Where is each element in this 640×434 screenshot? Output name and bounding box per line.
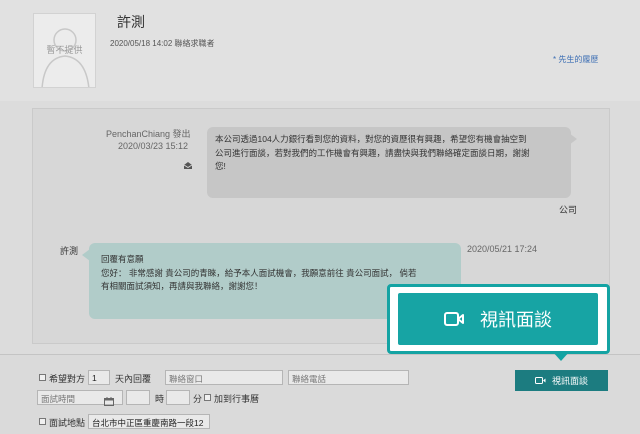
- candidate-name: 許測: [117, 14, 145, 30]
- hour-input[interactable]: [126, 390, 150, 405]
- calendar-icon[interactable]: [104, 393, 114, 411]
- candidate-header: 暫不提供 許測 2020/05/18 14:02 聯絡求職者 * 先生的履歷: [0, 0, 640, 101]
- contact-window-input[interactable]: 聯絡窗口: [165, 370, 283, 385]
- contact-phone-input[interactable]: 聯絡電話: [288, 370, 409, 385]
- resume-link[interactable]: * 先生的履歷: [553, 54, 598, 65]
- add-calendar-checkbox[interactable]: [204, 394, 211, 401]
- reply-days-suffix: 天內回覆: [115, 374, 152, 384]
- message-line: 您好： 非常感謝 貴公司的青睞，給予本人面試機會，我願意前往 貴公司面試， 倘若: [101, 267, 417, 278]
- location-input[interactable]: 台北市中正區重慶南路一段12: [88, 414, 210, 429]
- reply-days-input[interactable]: 1: [88, 370, 110, 385]
- minute-label: 分: [193, 394, 203, 404]
- video-interview-button-label: 視訊面談: [551, 376, 588, 386]
- message-line: 本公司透過104人力銀行看到您的資料，對您的資歷很有興趣，希望您有機會抽空到: [215, 134, 527, 144]
- hour-label: 時: [155, 394, 165, 404]
- message-line: 公司進行面談，若對我們的工作機會有興趣，請盡快與我們聯絡確定面談日期，謝謝: [215, 147, 530, 158]
- location-label: 面試地點: [49, 418, 86, 428]
- avatar-placeholder-text: 暫不提供: [46, 45, 83, 55]
- contact-meta: 2020/05/18 14:02 聯絡求職者: [110, 39, 215, 48]
- outgoing-time: 2020/03/23 15:12: [118, 141, 189, 151]
- message-line: 您!: [215, 161, 226, 171]
- incoming-time: 2020/05/21 17:24: [467, 244, 538, 254]
- envelope-open-icon: [183, 157, 193, 175]
- highlight-pointer: [552, 351, 570, 361]
- expect-reply-checkbox[interactable]: [39, 374, 46, 381]
- company-label: 公司: [559, 205, 578, 215]
- avatar: 暫不提供: [33, 13, 96, 88]
- video-interview-button-enlarged[interactable]: 視訊面談: [398, 293, 598, 345]
- video-interview-button[interactable]: 視訊面談: [515, 370, 608, 391]
- minute-input[interactable]: [166, 390, 190, 405]
- location-checkbox[interactable]: [39, 418, 46, 425]
- add-calendar-label: 加到行事曆: [214, 394, 260, 404]
- outgoing-sender: PenchanChiang 發出: [106, 129, 191, 139]
- outgoing-message-bubble: 本公司透過104人力銀行看到您的資料，對您的資歷很有興趣，希望您有機會抽空到 公…: [207, 127, 571, 198]
- video-interview-enlarged-label: 視訊面談: [480, 310, 552, 330]
- outgoing-bubble-tail: [569, 133, 577, 145]
- video-camera-icon: [534, 377, 546, 384]
- expect-reply-label: 希望對方: [49, 374, 86, 384]
- video-camera-icon: [444, 312, 464, 326]
- message-line: 回覆有意願: [101, 254, 144, 264]
- incoming-sender: 許測: [60, 246, 79, 256]
